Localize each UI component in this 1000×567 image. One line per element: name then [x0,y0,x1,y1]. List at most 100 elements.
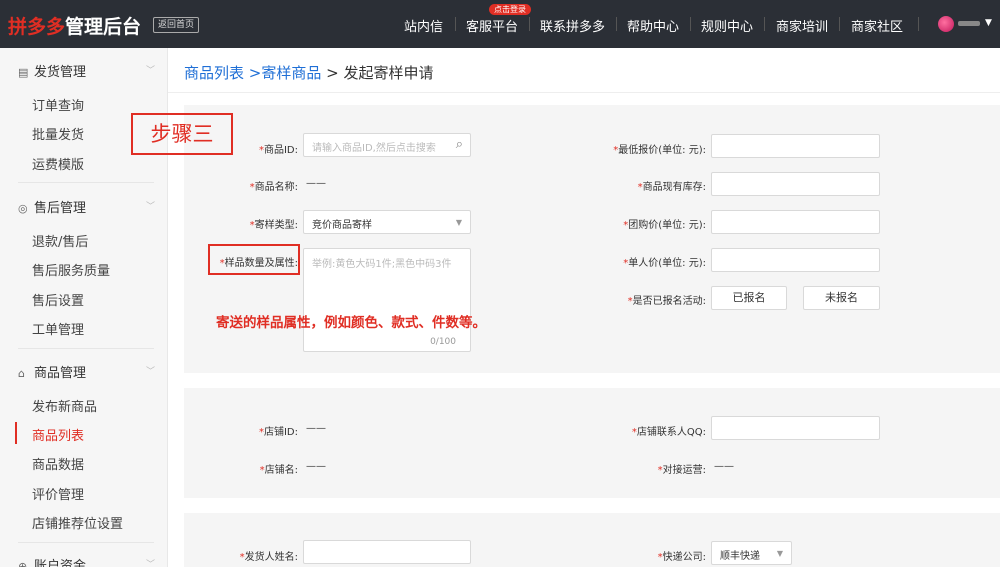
goods-id-input[interactable]: 请输入商品ID,然后点击搜索 ⌕ [303,133,471,157]
char-counter: 0/100 [430,337,456,347]
chevron-down-icon[interactable]: ▼ [985,18,992,28]
avatar[interactable] [938,16,954,32]
nav-messages[interactable]: 站内信 [404,16,443,35]
nav-divider [529,17,530,31]
single-price-input[interactable] [711,248,880,272]
logo-text: 管理后台 [65,16,142,38]
nav-help[interactable]: 帮助中心 [627,16,679,35]
goods-icon: ⌂ [18,367,25,380]
chevron-down-icon: ▼ [776,549,783,558]
sidebar-divider [18,348,154,349]
chevron-down-icon: ▼ [455,218,462,227]
annotation-note: 寄送的样品属性，例如颜色、款式、件数等。 [216,315,486,331]
group-price-label: *团购价(单位: 元): [623,220,706,231]
operator-value: —— [714,461,734,472]
store-id-label: *店铺ID: [258,427,298,438]
username-redacted[interactable] [958,21,980,26]
highlight-box [208,244,300,275]
aftersale-icon: ◎ [18,202,28,215]
nav-divider [455,17,456,31]
sidebar-group-label: 售后管理 [34,201,87,216]
sender-name-label: *发货人姓名: [239,552,298,563]
sidebar-item-service-quality[interactable]: 售后服务质量 [32,260,110,279]
sidebar-item-refund[interactable]: 退款/售后 [32,231,88,250]
sidebar-item-freight-template[interactable]: 运费模版 [32,154,84,173]
sidebar-item-batch-ship[interactable]: 批量发货 [32,124,84,143]
sidebar-group-label: 商品管理 [34,366,87,381]
breadcrumb-goods-list[interactable]: 商品列表 [184,64,244,82]
goods-name-label: *商品名称: [249,182,298,193]
breadcrumb: 商品列表 >寄样商品 > 发起寄样申请 [184,62,434,83]
logo-brand: 拼多多 [8,16,66,38]
store-qq-label: *店铺联系人QQ: [631,427,706,438]
sidebar-group-aftersale[interactable]: ◎ 售后管理 [18,197,86,216]
nav-divider [764,17,765,31]
sidebar-group-label: 账户资金 [34,559,87,567]
signed-no-button[interactable]: 未报名 [803,286,880,310]
nav-training[interactable]: 商家培训 [776,16,828,35]
sidebar-item-order-query[interactable]: 订单查询 [32,95,84,114]
sample-type-label: *寄样类型: [249,220,298,231]
nav-customer-service[interactable]: 客服平台 [466,16,518,35]
store-id-value: —— [306,423,326,434]
signed-yes-button[interactable]: 已报名 [711,286,787,310]
chevron-down-icon[interactable]: ﹀ [146,364,155,377]
nav-contact[interactable]: 联系拼多多 [540,16,605,35]
back-home-button[interactable]: 返回首页 [153,17,200,33]
sample-type-value: 竞价商品寄样 [312,220,372,231]
min-price-input[interactable] [711,134,880,158]
nav-rules[interactable]: 规则中心 [701,16,753,35]
sidebar-group-goods[interactable]: ⌂ 商品管理 [18,362,86,381]
sidebar-item-reviews[interactable]: 评价管理 [32,484,84,503]
step-annotation: 步骤三 [131,113,233,155]
nav-divider [839,17,840,31]
goods-id-label: *商品ID: [258,145,298,156]
nav-divider [690,17,691,31]
breadcrumb-separator: > [244,64,262,82]
nav-community[interactable]: 商家社区 [851,16,903,35]
sample-attr-textarea[interactable]: 举例:黄色大码1件;黑色中码3件 0/100 [303,248,471,352]
sample-attr-placeholder: 举例:黄色大码1件;黑色中码3件 [312,259,452,270]
group-price-input[interactable] [711,210,880,234]
sidebar-divider [18,542,154,543]
sample-type-select[interactable]: 竞价商品寄样 ▼ [303,210,471,234]
stock-label: *商品现有库存: [637,182,706,193]
goods-id-placeholder: 请输入商品ID,然后点击搜索 [312,143,436,154]
sidebar-group-funds[interactable]: ⊕ 账户资金 [18,555,86,567]
single-price-label: *单人价(单位: 元): [623,258,706,269]
goods-name-value: —— [306,178,326,189]
express-label: *快递公司: [657,552,706,563]
page-title: 发起寄样申请 [343,64,434,82]
nav-divider [616,17,617,31]
sender-name-input[interactable] [303,540,471,564]
header-divider [168,92,1000,93]
express-value: 顺丰快递 [720,551,760,562]
chevron-down-icon[interactable]: ﹀ [146,557,155,567]
top-bar: 拼多多管理后台 返回首页 站内信 客服平台 点击登录 联系拼多多 帮助中心 规则… [0,0,1000,48]
stock-input[interactable] [711,172,880,196]
chevron-down-icon[interactable]: ﹀ [146,199,155,212]
sidebar-item-tickets[interactable]: 工单管理 [32,319,84,338]
shipping-icon: ▤ [18,66,29,79]
sidebar-item-store-recommend[interactable]: 店铺推荐位设置 [32,513,123,532]
active-indicator [15,422,17,444]
store-name-value: —— [306,461,326,472]
login-badge[interactable]: 点击登录 [489,4,531,15]
search-icon[interactable]: ⌕ [456,137,463,152]
logo[interactable]: 拼多多管理后台 [8,12,141,39]
breadcrumb-separator: > [321,64,344,82]
sidebar-item-new-goods[interactable]: 发布新商品 [32,396,97,415]
signed-activity-label: *是否已报名活动: [627,296,706,307]
sidebar-item-aftersale-settings[interactable]: 售后设置 [32,290,84,309]
sidebar-item-goods-list[interactable]: 商品列表 [32,425,84,444]
min-price-label: *最低报价(单位: 元): [613,145,706,156]
store-name-label: *店铺名: [259,465,298,476]
sidebar-group-label: 发货管理 [34,65,87,80]
chevron-down-icon[interactable]: ﹀ [146,63,155,76]
express-select[interactable]: 顺丰快递 ▼ [711,541,792,565]
sidebar-item-goods-data[interactable]: 商品数据 [32,454,84,473]
store-qq-input[interactable] [711,416,880,440]
breadcrumb-sample-goods[interactable]: 寄样商品 [261,64,321,82]
sidebar-group-shipping[interactable]: ▤ 发货管理 [18,61,86,80]
operator-label: *对接运营: [657,465,706,476]
